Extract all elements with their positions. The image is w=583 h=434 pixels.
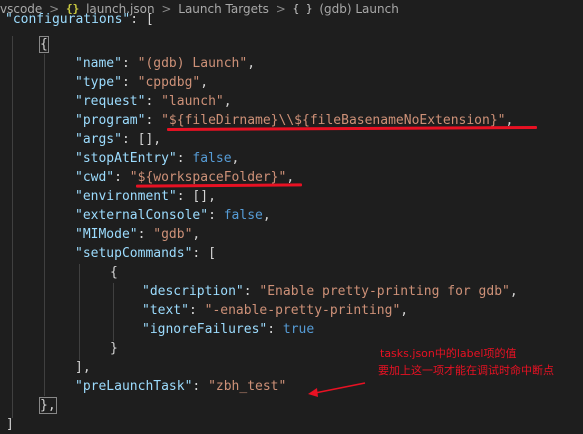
code-line: "ignoreFailures": true: [142, 322, 315, 337]
indent-guide: [113, 283, 114, 341]
code-line: "args": [],: [75, 132, 162, 147]
program-underline: [166, 126, 538, 131]
matched-bracket: {: [39, 36, 49, 53]
code-line: "preLaunchTask": "zbh_test": [75, 379, 287, 394]
annotation-arrow: [308, 382, 366, 397]
code-line: "text": "-enable-pretty-printing",: [142, 303, 409, 318]
code-line: ]: [6, 417, 14, 432]
code-line: "name": "(gdb) Launch",: [75, 56, 256, 71]
code-line: "configurations": [: [5, 12, 154, 27]
breadcrumb-separator: >: [161, 2, 172, 16]
braces-icon: { }: [292, 2, 313, 15]
indent-guide: [79, 264, 80, 360]
code-line: }: [110, 341, 118, 356]
annotation-line-2: 要加上这一项才能在调试时命中断点: [378, 364, 554, 377]
indent-guide: [44, 54, 45, 396]
matched-bracket: },: [39, 397, 57, 414]
breadcrumb-separator: >: [275, 2, 286, 16]
annotation-line-1: tasks.json中的label项的值: [380, 347, 517, 360]
code-line: ],: [75, 360, 91, 375]
code-line: "externalConsole": false,: [75, 208, 271, 223]
code-line: "environment": [],: [75, 189, 216, 204]
code-line: "MIMode": "gdb",: [75, 227, 201, 242]
code-line: },: [39, 396, 57, 415]
code-line: {: [39, 35, 49, 54]
code-line: "setupCommands": [: [75, 246, 216, 261]
breadcrumb-item-gdb-launch[interactable]: (gdb) Launch: [319, 0, 398, 18]
code-line: "stopAtEntry": false,: [75, 151, 240, 166]
code-line: "request": "launch",: [75, 94, 232, 109]
indent-guide: [12, 36, 13, 418]
code-line: "description": "Enable pretty-printing f…: [142, 284, 518, 299]
code-editor[interactable]: "configurations": [ { "name": "(gdb) Lau…: [0, 12, 583, 432]
code-line: "type": "cppdbg",: [75, 75, 209, 90]
code-line: {: [110, 265, 118, 280]
breadcrumb-item-launch-targets[interactable]: Launch Targets: [178, 0, 269, 18]
